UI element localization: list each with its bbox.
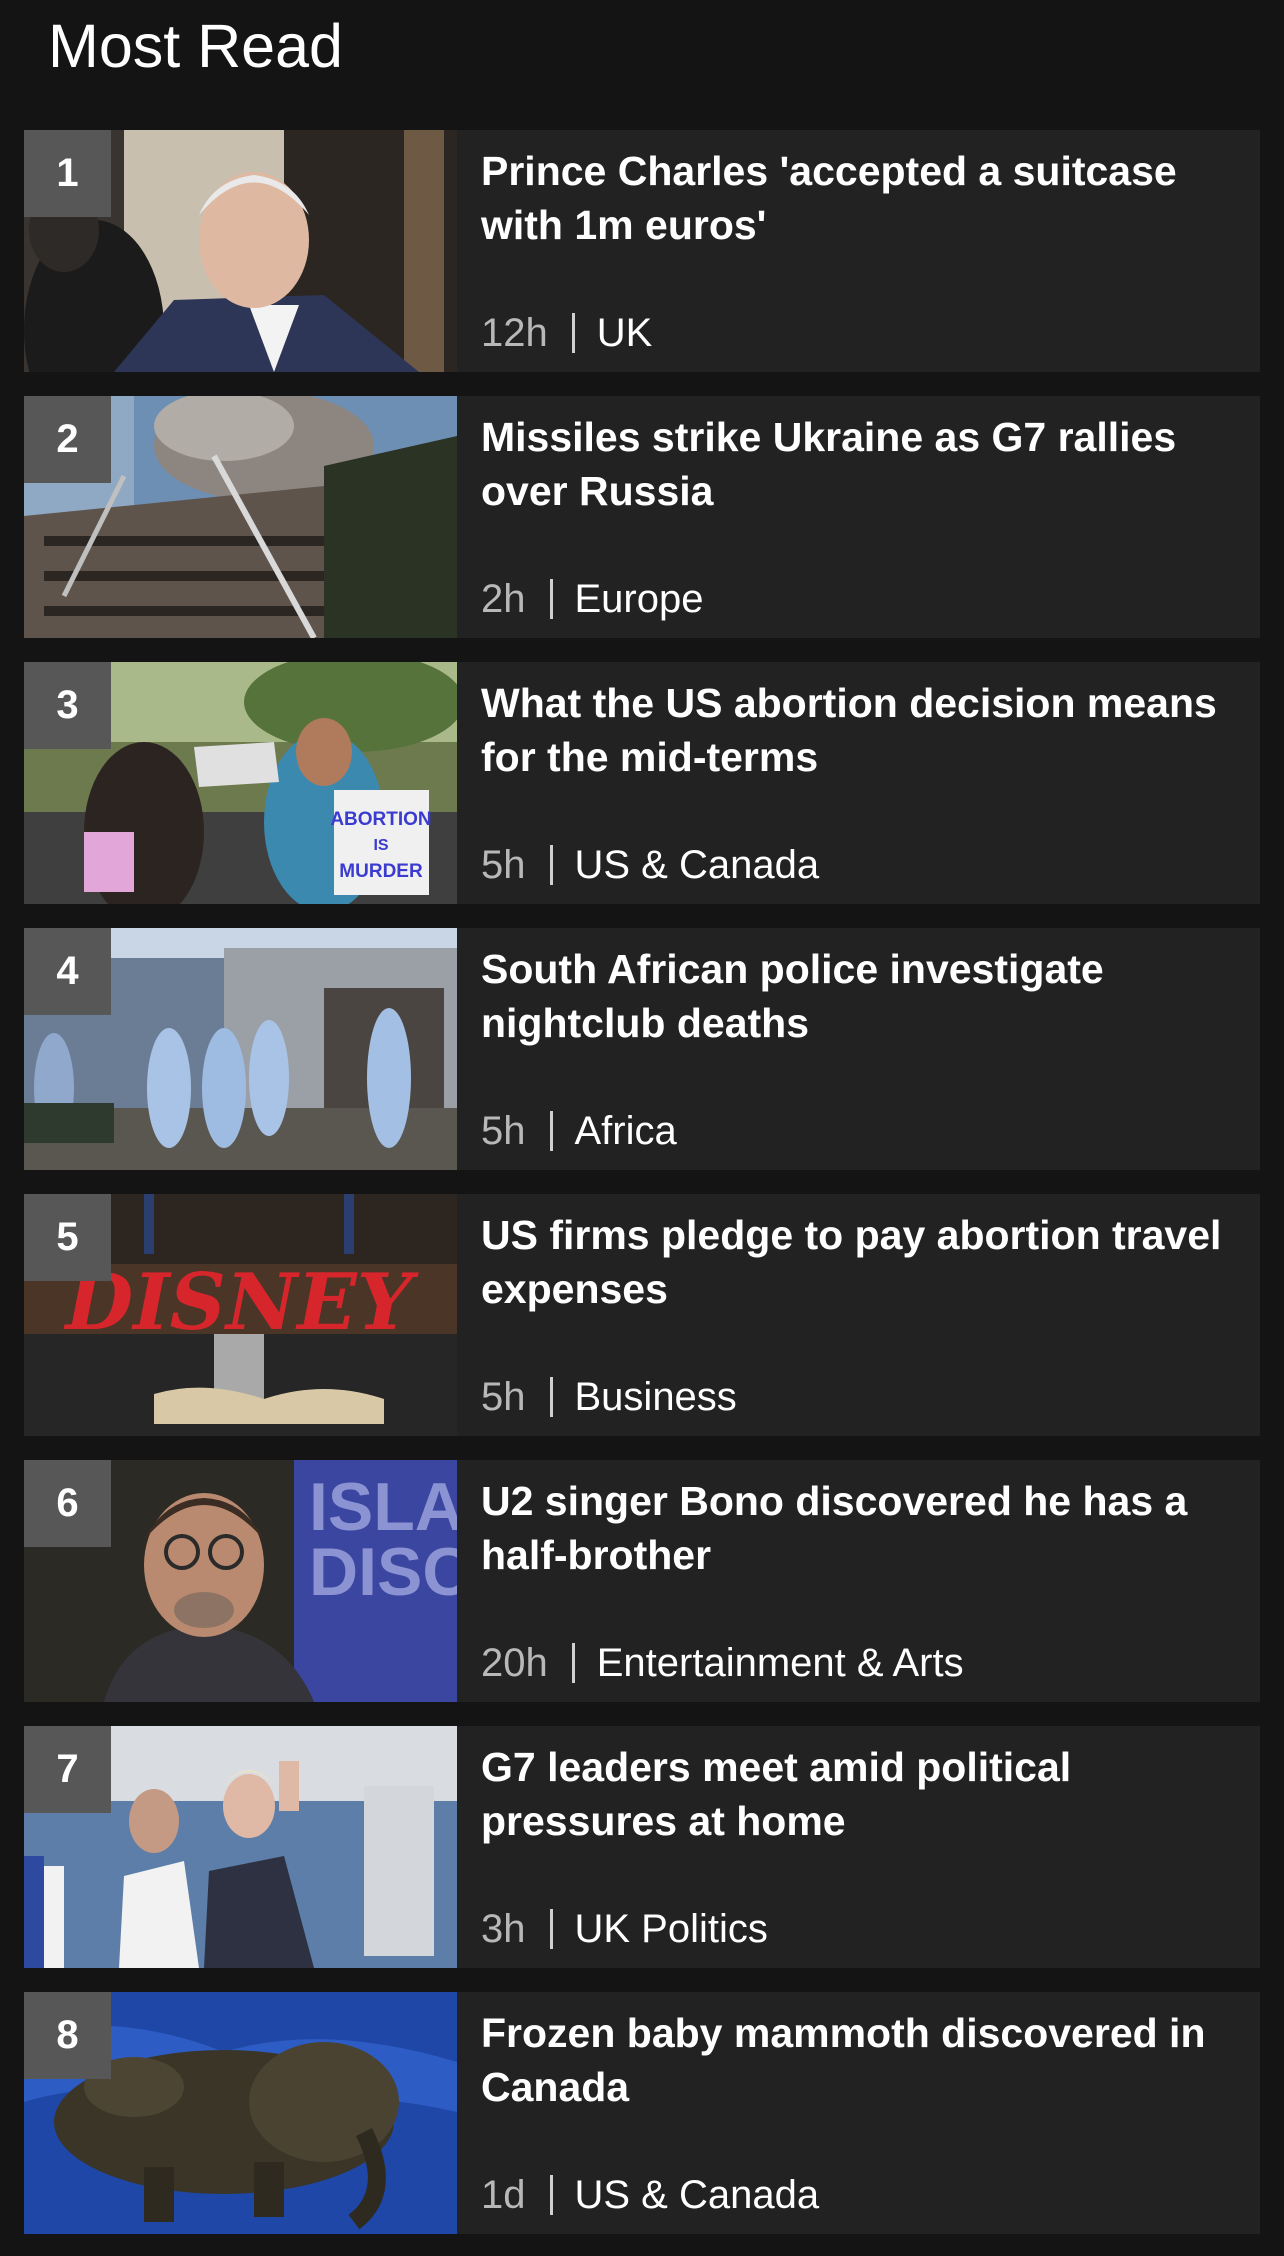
article-timestamp: 20h [481, 1641, 548, 1685]
article-text: Missiles strike Ukraine as G7 rallies ov… [481, 396, 1240, 638]
sign-text: MURDER [339, 861, 423, 882]
article-meta: 20h Entertainment & Arts [481, 1638, 964, 1688]
article-meta: 5h US & Canada [481, 840, 819, 890]
meta-separator [571, 1643, 575, 1683]
list-item[interactable]: DISNEY 5 US firms pledge to pay abortion… [24, 1194, 1260, 1436]
list-item[interactable]: ABORTION IS MURDER 3 What the US abortio… [24, 662, 1260, 904]
meta-separator [549, 1909, 553, 1949]
article-headline[interactable]: Missiles strike Ukraine as G7 rallies ov… [481, 410, 1240, 518]
article-section: US & Canada [574, 2173, 820, 2217]
article-meta: 5h Business [481, 1372, 737, 1422]
article-timestamp: 12h [481, 311, 548, 355]
article-text: Prince Charles 'accepted a suitcase with… [481, 130, 1240, 372]
list-item[interactable]: 2 Missiles strike Ukraine as G7 rallies … [24, 396, 1260, 638]
article-timestamp: 5h [481, 843, 526, 887]
meta-separator [549, 1377, 553, 1417]
article-timestamp: 5h [481, 1109, 526, 1153]
article-meta: 3h UK Politics [481, 1904, 768, 1954]
article-headline[interactable]: US firms pledge to pay abortion travel e… [481, 1208, 1240, 1316]
article-text: What the US abortion decision means for … [481, 662, 1240, 904]
rank-badge: 7 [24, 1726, 111, 1813]
article-section: Business [574, 1375, 737, 1419]
page-title: Most Read [48, 12, 343, 80]
rank-badge: 3 [24, 662, 111, 749]
rank-badge: 1 [24, 130, 111, 217]
article-headline[interactable]: South African police investigate nightcl… [481, 942, 1240, 1050]
rank-badge: 2 [24, 396, 111, 483]
rank-badge: 4 [24, 928, 111, 1015]
article-section: Entertainment & Arts [596, 1641, 964, 1685]
meta-separator [571, 313, 575, 353]
meta-separator [549, 1111, 553, 1151]
article-meta: 5h Africa [481, 1106, 677, 1156]
meta-separator [549, 2175, 553, 2215]
meta-separator [549, 579, 553, 619]
article-section: US & Canada [574, 843, 820, 887]
article-headline[interactable]: G7 leaders meet amid political pressures… [481, 1740, 1240, 1848]
article-timestamp: 5h [481, 1375, 526, 1419]
rank-badge: 6 [24, 1460, 111, 1547]
sign-text: ABORTION [330, 809, 431, 830]
list-item[interactable]: 1 Prince Charles 'accepted a suitcase wi… [24, 130, 1260, 372]
sign-text: IS [373, 837, 388, 854]
list-item[interactable]: 8 Frozen baby mammoth discovered in Cana… [24, 1992, 1260, 2234]
rank-badge: 8 [24, 1992, 111, 2079]
article-headline[interactable]: Frozen baby mammoth discovered in Canada [481, 2006, 1240, 2114]
article-text: G7 leaders meet amid political pressures… [481, 1726, 1240, 1968]
article-headline[interactable]: Prince Charles 'accepted a suitcase with… [481, 144, 1240, 252]
article-meta: 2h Europe [481, 574, 703, 624]
meta-separator [549, 845, 553, 885]
background-text: DISC [309, 1534, 457, 1610]
list-item[interactable]: 7 G7 leaders meet amid political pressur… [24, 1726, 1260, 1968]
article-text: US firms pledge to pay abortion travel e… [481, 1194, 1240, 1436]
article-headline[interactable]: What the US abortion decision means for … [481, 676, 1240, 784]
article-headline[interactable]: U2 singer Bono discovered he has a half-… [481, 1474, 1240, 1582]
article-section: UK Politics [574, 1907, 768, 1951]
article-text: South African police investigate nightcl… [481, 928, 1240, 1170]
article-section: Europe [574, 577, 704, 621]
list-item[interactable]: 4 South African police investigate night… [24, 928, 1260, 1170]
article-timestamp: 2h [481, 577, 526, 621]
article-section: Africa [574, 1109, 677, 1153]
article-meta: 12h UK [481, 308, 652, 358]
article-timestamp: 1d [481, 2173, 526, 2217]
article-timestamp: 3h [481, 1907, 526, 1951]
rank-badge: 5 [24, 1194, 111, 1281]
list-item[interactable]: ISLA DISC 6 U2 singer Bono discovered he… [24, 1460, 1260, 1702]
article-section: UK [596, 311, 653, 355]
article-text: U2 singer Bono discovered he has a half-… [481, 1460, 1240, 1702]
logo-text: DISNEY [64, 1257, 419, 1348]
article-meta: 1d US & Canada [481, 2170, 819, 2220]
page-header: Most Read [0, 0, 1284, 130]
article-text: Frozen baby mammoth discovered in Canada… [481, 1992, 1240, 2234]
